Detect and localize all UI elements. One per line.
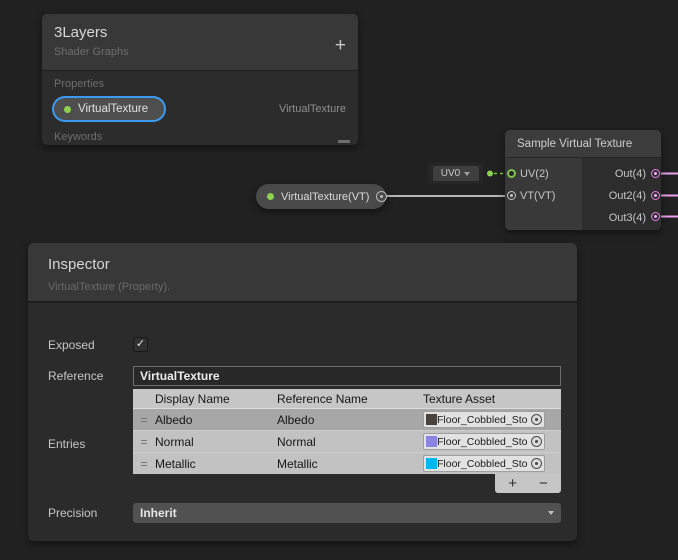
texture-swatch xyxy=(426,436,437,447)
node-title[interactable]: Sample Virtual Texture xyxy=(505,130,661,158)
output-label-out1: Out(4) xyxy=(582,163,661,185)
graph-title: 3Layers xyxy=(54,24,346,41)
precision-label: Precision xyxy=(48,506,133,520)
texture-asset-name: Floor_Cobbled_Sto xyxy=(437,436,531,448)
property-row: VirtualTexture VirtualTexture xyxy=(42,94,358,124)
port-dot-icon xyxy=(654,215,657,218)
exposed-row: Exposed ✓ xyxy=(48,337,561,352)
picker-dot-icon xyxy=(535,440,538,443)
property-pill-label: VirtualTexture xyxy=(78,103,148,115)
port-dot-icon xyxy=(654,172,657,175)
entry-texture-cell: Floor_Cobbled_Sto xyxy=(423,411,561,428)
texture-swatch xyxy=(426,414,437,425)
inspector-subtitle: VirtualTexture (Property). xyxy=(48,281,557,293)
output-label-out2: Out2(4) xyxy=(582,185,661,207)
node-body: UV(2) VT(VT) Out(4) Out2(4) Out3(4) xyxy=(505,158,661,230)
properties-section-label: Properties xyxy=(42,71,358,94)
vt-input-port[interactable] xyxy=(507,191,516,200)
entry-display-name: Metallic xyxy=(155,457,277,471)
texture-swatch xyxy=(426,458,437,469)
graph-subtitle: Shader Graphs xyxy=(54,46,346,58)
inspector-header: Inspector VirtualTexture (Property). xyxy=(28,243,577,303)
port-dot-icon xyxy=(654,194,657,197)
object-picker-icon[interactable] xyxy=(531,414,542,425)
node-input-column: UV(2) VT(VT) xyxy=(505,158,582,230)
property-exposed-dot-icon xyxy=(267,193,274,200)
entry-reference-name: Metallic xyxy=(277,457,423,471)
virtualtexture-property-node[interactable]: VirtualTexture(VT) xyxy=(256,184,386,209)
texture-asset-header: Texture Asset xyxy=(423,392,561,406)
entry-row-metallic[interactable]: = Metallic Metallic Floor_Cobbled_Sto xyxy=(133,452,561,474)
remove-entry-button[interactable]: − xyxy=(539,476,548,491)
texture-object-field[interactable]: Floor_Cobbled_Sto xyxy=(423,455,545,472)
reference-row: Reference xyxy=(48,366,561,386)
display-name-header: Display Name xyxy=(155,392,277,406)
entry-texture-cell: Floor_Cobbled_Sto xyxy=(423,433,561,450)
uv-channel-value: UV0 xyxy=(441,168,460,179)
out1-output-port[interactable] xyxy=(651,169,660,178)
inspector-body: Exposed ✓ Reference Entries Display Name… xyxy=(28,337,577,523)
precision-dropdown[interactable]: Inherit xyxy=(133,503,561,523)
entry-reference-name: Albedo xyxy=(277,413,423,427)
entries-label: Entries xyxy=(48,389,133,451)
entry-reference-name: Normal xyxy=(277,435,423,449)
object-picker-icon[interactable] xyxy=(531,458,542,469)
out3-output-port[interactable] xyxy=(651,212,660,221)
precision-value: Inherit xyxy=(140,506,177,520)
property-exposed-dot-icon xyxy=(64,106,71,113)
exposed-label: Exposed xyxy=(48,338,133,352)
entries-footer-buttons: + − xyxy=(495,474,561,493)
inspector-panel[interactable]: Inspector VirtualTexture (Property). Exp… xyxy=(28,243,577,541)
blackboard-resize-handle[interactable] xyxy=(338,140,350,143)
input-label-uv: UV(2) xyxy=(505,163,582,185)
property-node-label: VirtualTexture(VT) xyxy=(281,191,369,203)
entry-row-albedo[interactable]: = Albedo Albedo Floor_Cobbled_Sto xyxy=(133,408,561,430)
input-label-vt: VT(VT) xyxy=(505,185,582,207)
uv-input-port[interactable] xyxy=(507,169,516,178)
texture-asset-name: Floor_Cobbled_Sto xyxy=(437,414,531,426)
reference-input[interactable] xyxy=(133,366,561,386)
drag-handle-icon[interactable]: = xyxy=(133,413,155,427)
add-entry-button[interactable]: + xyxy=(508,476,517,491)
port-dot-icon xyxy=(510,194,513,197)
blackboard-header: 3Layers Shader Graphs + xyxy=(42,14,358,71)
out2-output-port[interactable] xyxy=(651,191,660,200)
add-property-button[interactable]: + xyxy=(335,36,346,55)
entries-table: Display Name Reference Name Texture Asse… xyxy=(133,389,561,493)
picker-dot-icon xyxy=(535,418,538,421)
entries-table-header: Display Name Reference Name Texture Asse… xyxy=(133,389,561,408)
drag-handle-icon[interactable]: = xyxy=(133,457,155,471)
entry-row-normal[interactable]: = Normal Normal Floor_Cobbled_Sto xyxy=(133,430,561,452)
uv-default-dot xyxy=(487,171,493,177)
entry-texture-cell: Floor_Cobbled_Sto xyxy=(423,455,561,472)
picker-dot-icon xyxy=(535,462,538,465)
uv-channel-dropdown[interactable]: UV0 xyxy=(433,166,479,181)
blackboard-panel[interactable]: 3Layers Shader Graphs + Properties Virtu… xyxy=(42,14,358,145)
exposed-checkbox[interactable]: ✓ xyxy=(133,337,148,352)
texture-object-field[interactable]: Floor_Cobbled_Sto xyxy=(423,433,545,450)
entries-row: Entries Display Name Reference Name Text… xyxy=(48,389,561,493)
chevron-down-icon xyxy=(548,511,554,515)
entry-display-name: Normal xyxy=(155,435,277,449)
entry-display-name: Albedo xyxy=(155,413,277,427)
sample-virtual-texture-node[interactable]: Sample Virtual Texture UV(2) VT(VT) Out(… xyxy=(505,130,661,230)
entries-table-footer: + − xyxy=(133,474,561,493)
keywords-section-label: Keywords xyxy=(42,124,358,147)
inspector-title: Inspector xyxy=(48,256,557,273)
property-pill-virtualtexture[interactable]: VirtualTexture xyxy=(54,98,164,120)
texture-object-field[interactable]: Floor_Cobbled_Sto xyxy=(423,411,545,428)
port-dot-icon xyxy=(380,195,383,198)
precision-row: Precision Inherit xyxy=(48,503,561,523)
drag-handle-icon[interactable]: = xyxy=(133,435,155,449)
reference-label: Reference xyxy=(48,369,133,383)
reference-name-header: Reference Name xyxy=(277,392,423,406)
shader-graph-canvas[interactable]: 3Layers Shader Graphs + Properties Virtu… xyxy=(0,0,678,560)
object-picker-icon[interactable] xyxy=(531,436,542,447)
uv-default-widget: UV0 xyxy=(428,163,483,184)
property-type-label: VirtualTexture xyxy=(279,103,346,115)
output-label-out3: Out3(4) xyxy=(582,207,661,229)
texture-asset-name: Floor_Cobbled_Sto xyxy=(437,458,531,470)
chevron-down-icon xyxy=(464,172,470,176)
node-output-column: Out(4) Out2(4) Out3(4) xyxy=(582,158,661,230)
